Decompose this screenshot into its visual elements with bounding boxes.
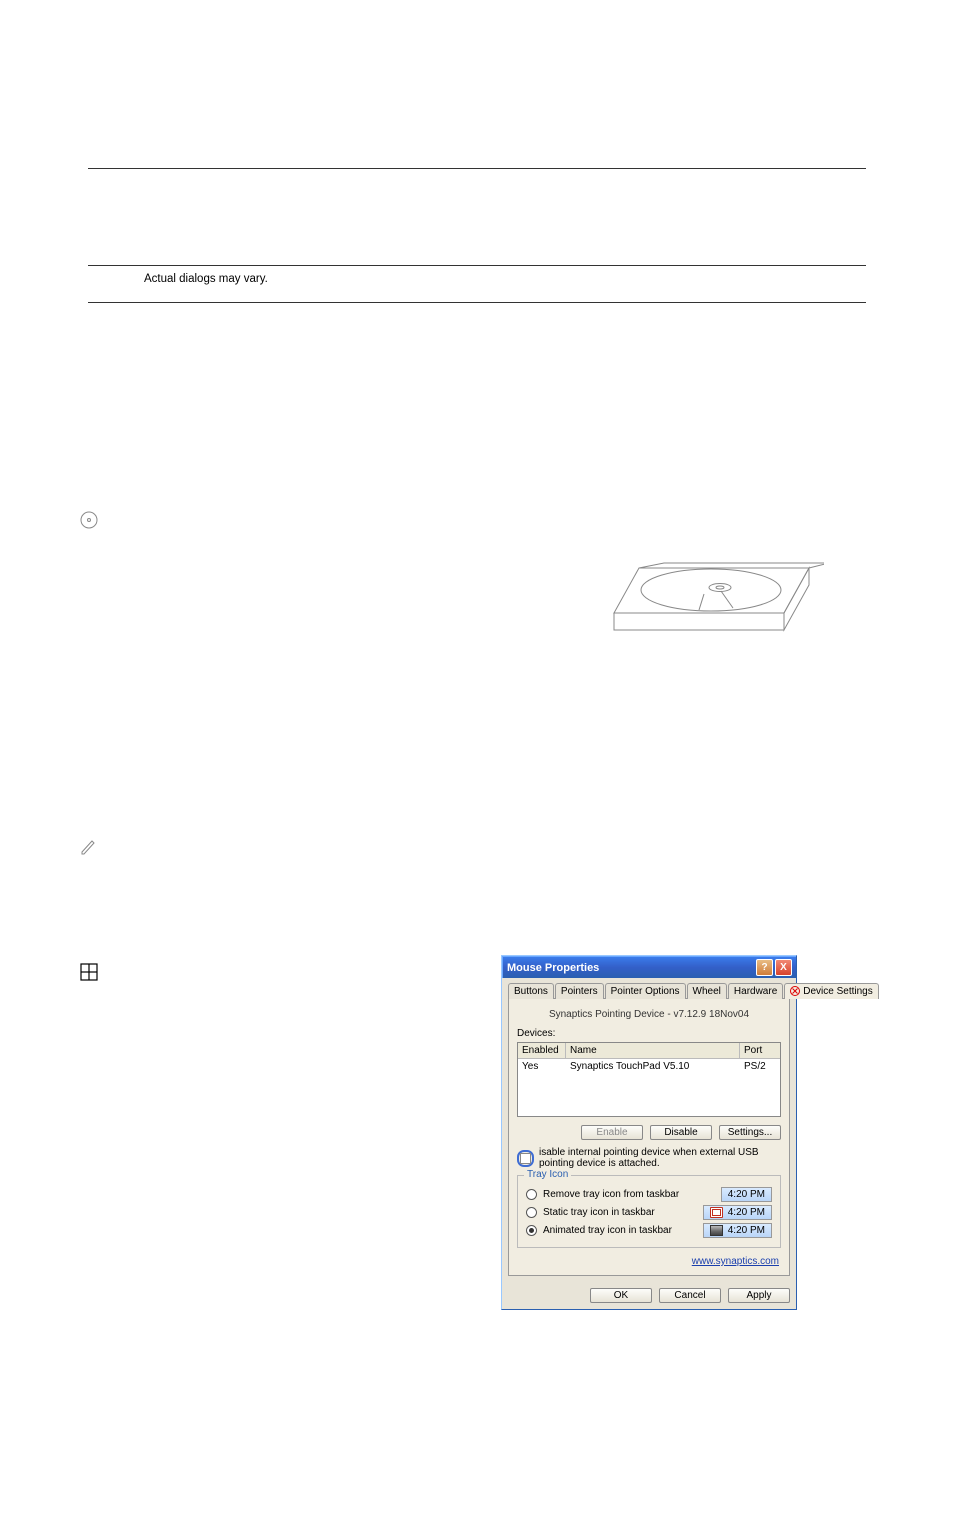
note-divider-bottom xyxy=(88,302,866,303)
tab-hardware[interactable]: Hardware xyxy=(728,983,783,999)
dialog-bottom-buttons: OK Cancel Apply xyxy=(502,1282,796,1309)
tab-wheel[interactable]: Wheel xyxy=(687,983,727,999)
synaptics-link[interactable]: www.synaptics.com xyxy=(517,1256,779,1267)
device-settings-panel: Synaptics Pointing Device - v7.12.9 18No… xyxy=(508,998,790,1276)
radio-animated-tray[interactable] xyxy=(526,1225,537,1236)
disable-internal-label: isable internal pointing device when ext… xyxy=(539,1147,781,1169)
disable-internal-row: isable internal pointing device when ext… xyxy=(517,1147,781,1169)
help-button[interactable]: ? xyxy=(756,959,773,976)
enable-button[interactable]: Enable xyxy=(581,1125,643,1140)
settings-button[interactable]: Settings... xyxy=(719,1125,781,1140)
tabstrip: Buttons Pointers Pointer Options Wheel H… xyxy=(502,978,796,998)
devices-list[interactable]: Enabled Name Port Yes Synaptics TouchPad… xyxy=(517,1042,781,1117)
disable-button[interactable]: Disable xyxy=(650,1125,712,1140)
titlebar[interactable]: Mouse Properties ? X xyxy=(502,956,796,978)
note-block: Actual dialogs may vary. xyxy=(88,266,866,294)
windows-grid-icon xyxy=(80,963,98,981)
devices-label: Devices: xyxy=(517,1028,781,1039)
tab-pointer-options[interactable]: Pointer Options xyxy=(605,983,686,999)
tray-icon-legend: Tray Icon xyxy=(524,1169,571,1180)
tab-device-settings-label: Device Settings xyxy=(803,986,872,997)
cancel-button[interactable]: Cancel xyxy=(659,1288,721,1303)
apply-button[interactable]: Apply xyxy=(728,1288,790,1303)
synaptics-tab-icon xyxy=(790,986,800,996)
tray-time-3: 4:20 PM xyxy=(728,1225,765,1236)
note-text: Actual dialogs may vary. xyxy=(116,272,866,288)
tray-static-icon xyxy=(710,1207,723,1218)
optical-drive-illustration xyxy=(594,538,824,658)
cd-icon xyxy=(80,511,98,529)
header-name[interactable]: Name xyxy=(566,1043,740,1059)
tray-animated-icon xyxy=(710,1225,723,1236)
radio-remove-label: Remove tray icon from taskbar xyxy=(543,1189,679,1200)
cell-port: PS/2 xyxy=(740,1059,780,1074)
pencil-icon xyxy=(80,837,98,855)
device-buttons-row: Enable Disable Settings... xyxy=(517,1125,781,1140)
cell-name: Synaptics TouchPad V5.10 xyxy=(566,1059,740,1074)
radio-remove-tray[interactable] xyxy=(526,1189,537,1200)
table-row[interactable]: Yes Synaptics TouchPad V5.10 PS/2 xyxy=(518,1059,780,1074)
tab-pointers[interactable]: Pointers xyxy=(555,983,604,999)
callout-circle xyxy=(517,1150,534,1167)
header-enabled[interactable]: Enabled xyxy=(518,1043,566,1059)
dialog-title: Mouse Properties xyxy=(507,962,599,974)
tray-preview-static: 4:20 PM xyxy=(703,1205,772,1220)
devices-header-row: Enabled Name Port xyxy=(518,1043,780,1059)
header-port[interactable]: Port xyxy=(740,1043,780,1059)
radio-static-label: Static tray icon in taskbar xyxy=(543,1207,655,1218)
tray-preview-animated: 4:20 PM xyxy=(703,1223,772,1238)
driver-version-text: Synaptics Pointing Device - v7.12.9 18No… xyxy=(517,1009,781,1020)
tray-time-1: 4:20 PM xyxy=(728,1189,765,1200)
tab-device-settings[interactable]: Device Settings xyxy=(784,983,878,999)
mouse-properties-dialog: Mouse Properties ? X Buttons Pointers Po… xyxy=(501,955,797,1310)
ok-button[interactable]: OK xyxy=(590,1288,652,1303)
close-button[interactable]: X xyxy=(775,959,792,976)
devices-blank-area xyxy=(518,1074,780,1116)
top-hr xyxy=(88,168,866,169)
tray-icon-group: Tray Icon Remove tray icon from taskbar … xyxy=(517,1175,781,1248)
radio-animated-label: Animated tray icon in taskbar xyxy=(543,1225,672,1236)
tray-time-2: 4:20 PM xyxy=(728,1207,765,1218)
tab-buttons[interactable]: Buttons xyxy=(508,983,554,999)
cell-enabled: Yes xyxy=(518,1059,566,1074)
disable-internal-checkbox[interactable] xyxy=(520,1153,531,1164)
tray-preview-remove: 4:20 PM xyxy=(721,1187,772,1202)
radio-static-tray[interactable] xyxy=(526,1207,537,1218)
